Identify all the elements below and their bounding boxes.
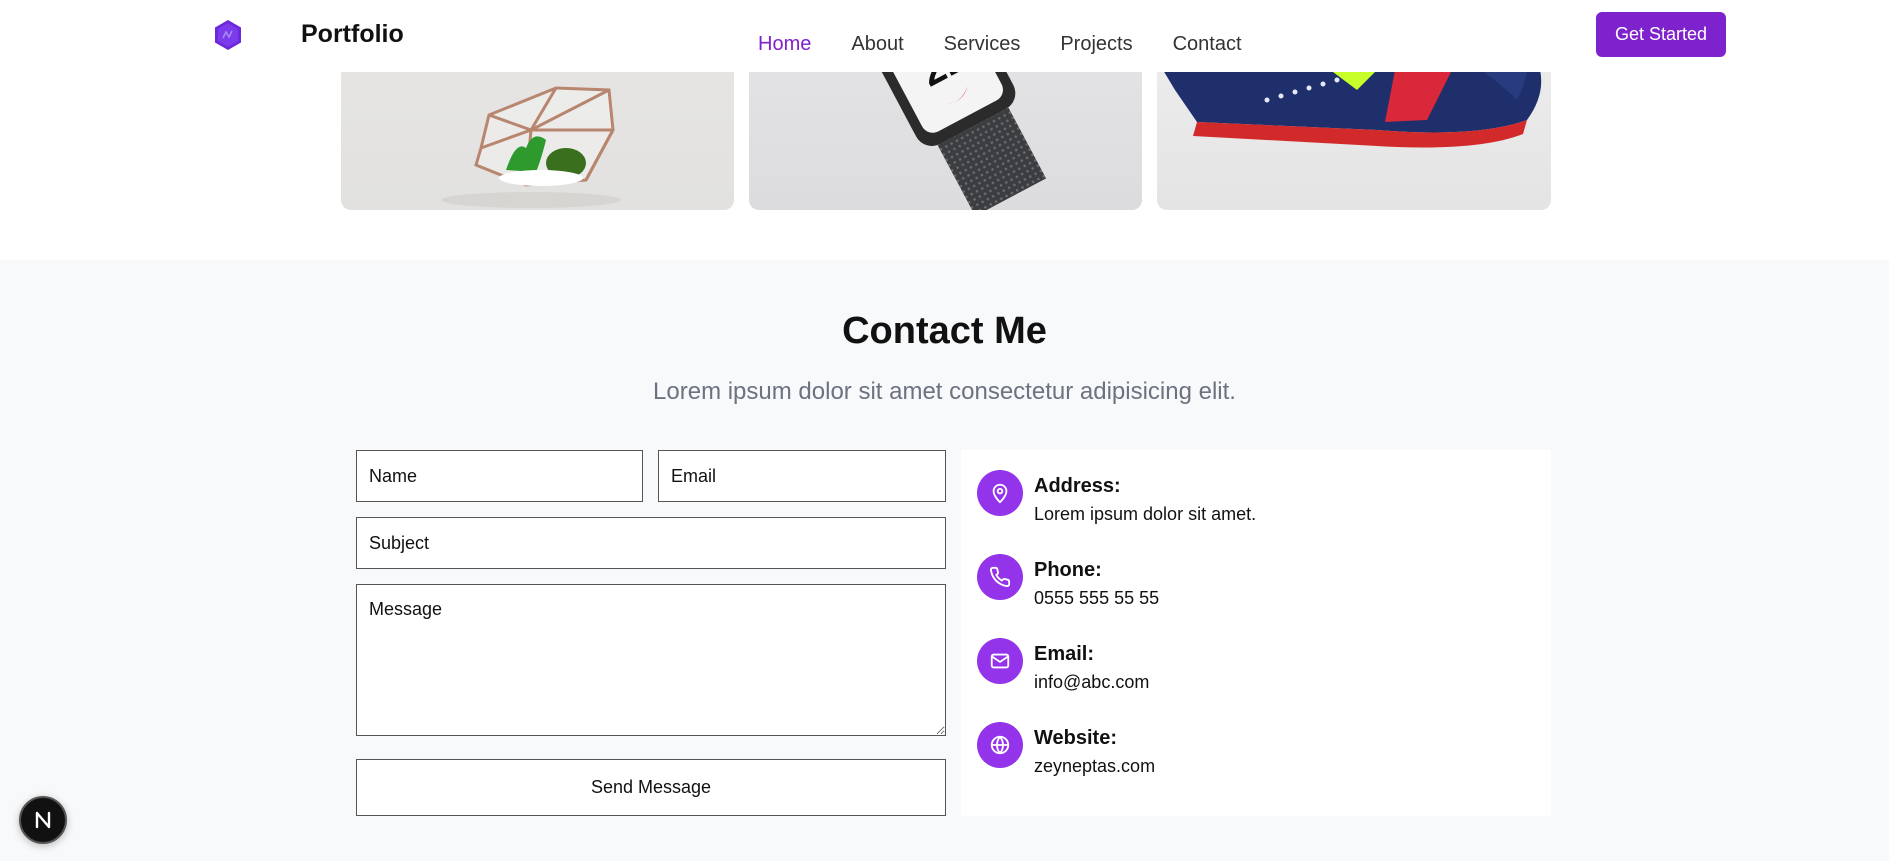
info-label: Website:: [1034, 727, 1117, 749]
send-message-button[interactable]: Send Message: [356, 759, 946, 816]
info-website: Website: zeyneptas.com: [977, 722, 1517, 778]
logo-icon[interactable]: [212, 19, 244, 51]
info-value: 0555 555 55 55: [1034, 588, 1160, 608]
main-nav: Home About Services Projects Contact: [758, 32, 1242, 56]
email-input[interactable]: [658, 450, 946, 502]
nextjs-logo-icon: [35, 811, 51, 829]
info-label: Phone:: [1034, 559, 1102, 581]
info-address: Address: Lorem ipsum dolor sit amet.: [977, 470, 1517, 526]
map-pin-icon: [977, 470, 1023, 516]
project-gallery: 21: [0, 60, 1889, 210]
contact-section: Contact Me Lorem ipsum dolor sit amet co…: [0, 260, 1889, 861]
contact-subtitle: Lorem ipsum dolor sit amet consectetur a…: [653, 378, 1236, 405]
brand-title[interactable]: Portfolio: [301, 20, 404, 49]
info-email: Email: info@abc.com: [977, 638, 1517, 694]
project-image-sneaker[interactable]: [1157, 60, 1551, 210]
nav-about[interactable]: About: [851, 32, 903, 56]
project-image-smartwatch[interactable]: 21: [749, 60, 1142, 210]
message-textarea[interactable]: [356, 584, 946, 736]
phone-icon: [977, 554, 1023, 600]
info-value: Lorem ipsum dolor sit amet.: [1034, 504, 1257, 524]
project-image-terrarium[interactable]: [341, 60, 734, 210]
info-label: Address:: [1034, 475, 1121, 497]
nav-home[interactable]: Home: [758, 32, 811, 56]
nav-contact[interactable]: Contact: [1173, 32, 1242, 56]
nav-projects[interactable]: Projects: [1060, 32, 1132, 56]
contact-title: Contact Me: [842, 310, 1047, 352]
site-header: Portfolio Home About Services Projects C…: [0, 0, 1889, 72]
get-started-button[interactable]: Get Started: [1596, 12, 1726, 57]
subject-input[interactable]: [356, 517, 946, 569]
nav-services[interactable]: Services: [944, 32, 1021, 56]
info-phone: Phone: 0555 555 55 55: [977, 554, 1517, 610]
info-value: zeyneptas.com: [1034, 756, 1156, 776]
info-label: Email:: [1034, 643, 1095, 665]
nextjs-dev-badge[interactable]: [19, 796, 67, 844]
contact-info-panel: Address: Lorem ipsum dolor sit amet. Pho…: [961, 450, 1551, 816]
globe-icon: [977, 722, 1023, 768]
mail-icon: [977, 638, 1023, 684]
info-value: info@abc.com: [1034, 672, 1150, 692]
name-input[interactable]: [356, 450, 643, 502]
